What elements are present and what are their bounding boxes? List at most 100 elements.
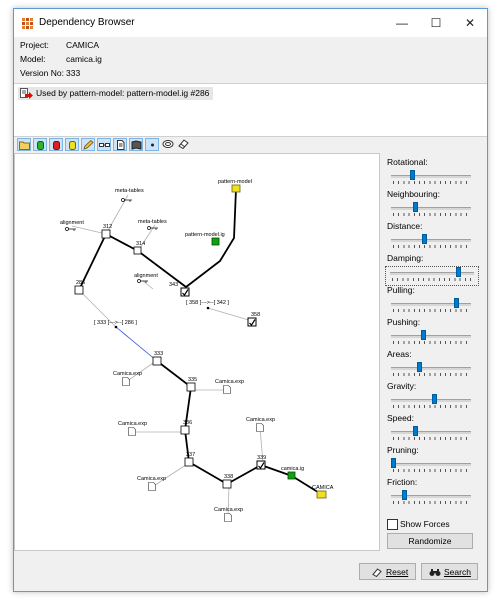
show-forces-checkbox[interactable]: [387, 519, 398, 530]
list-item[interactable]: Used by pattern-model: pattern-model.ig …: [18, 87, 214, 100]
slider-thumb[interactable]: [431, 394, 437, 404]
randomize-button[interactable]: Randomize: [387, 533, 473, 549]
force-slider[interactable]: [387, 330, 475, 346]
graph-node-333[interactable]: [152, 356, 162, 366]
graph-label: pattern-model: [218, 179, 252, 185]
slider-thumb[interactable]: [420, 330, 426, 340]
graph-node-286[interactable]: [74, 285, 84, 295]
graph-label: alignment: [60, 220, 84, 226]
graph-node-337[interactable]: [184, 457, 194, 467]
project-value: CAMICA: [66, 40, 100, 50]
model-info: Project: CAMICA Model: camica.ig Version…: [14, 37, 487, 89]
force-slider[interactable]: [385, 266, 479, 286]
slider-ticks: [393, 181, 469, 184]
graph-label: 312: [103, 224, 112, 230]
graph-node-312[interactable]: [101, 229, 111, 239]
reset-button[interactable]: Reset: [359, 563, 416, 580]
force-slider[interactable]: [387, 298, 475, 314]
graph-label: Camica.exp: [113, 371, 142, 377]
green-cylinder-icon[interactable]: [33, 138, 47, 151]
slider-label: Damping:: [387, 253, 424, 263]
used-by-list[interactable]: Used by pattern-model: pattern-model.ig …: [14, 83, 487, 137]
graph-link-label: [ 358 ]--->--[ 342 ]: [186, 300, 229, 306]
slider-thumb[interactable]: [453, 298, 459, 308]
force-slider[interactable]: [387, 490, 475, 506]
graph-node-314[interactable]: [133, 246, 142, 255]
graph-label: 286: [76, 280, 85, 286]
graph-label: 335: [188, 377, 197, 383]
link-icon[interactable]: [97, 138, 111, 151]
point-icon[interactable]: [145, 138, 159, 151]
slider-track[interactable]: [391, 367, 471, 370]
graph-node-358[interactable]: [247, 317, 257, 327]
red-cylinder-icon[interactable]: [49, 138, 63, 151]
close-button[interactable]: ✕: [453, 9, 487, 37]
pencil-icon[interactable]: [81, 138, 95, 151]
slider-track[interactable]: [391, 207, 471, 210]
force-slider[interactable]: [387, 170, 475, 186]
graph-label: Camica.exp: [214, 507, 243, 513]
slider-thumb[interactable]: [413, 202, 419, 212]
force-slider[interactable]: [387, 234, 475, 250]
eraser-icon[interactable]: [177, 138, 191, 151]
ellipse-icon[interactable]: [161, 138, 175, 151]
graph-link-dot[interactable]: [206, 306, 210, 310]
force-slider[interactable]: [387, 362, 475, 378]
graph-node-343[interactable]: [180, 287, 190, 297]
graph-label: 336: [183, 420, 192, 426]
slider-track[interactable]: [391, 239, 471, 242]
graph-label: 358: [251, 312, 260, 318]
force-slider[interactable]: [387, 394, 475, 410]
show-forces-label: Show Forces: [400, 519, 450, 529]
slider-ticks: [393, 501, 469, 504]
book-icon[interactable]: [129, 138, 143, 151]
graph-node-335[interactable]: [186, 382, 196, 392]
slider-thumb[interactable]: [409, 170, 415, 180]
force-slider[interactable]: [387, 202, 475, 218]
forces-panel: Rotational: Neighbouring: Distance: Damping…: [385, 153, 487, 553]
graph-node-339[interactable]: [256, 460, 266, 470]
version-value: 333: [66, 68, 81, 78]
force-slider[interactable]: [387, 458, 475, 474]
search-button[interactable]: Search: [421, 563, 478, 580]
graph-node-camica[interactable]: [316, 490, 327, 499]
slider-track[interactable]: [390, 272, 474, 275]
yellow-cylinder-icon[interactable]: [65, 138, 79, 151]
model-label: Model:: [20, 54, 46, 64]
graph-node-338[interactable]: [222, 479, 232, 489]
graph-label: 338: [224, 474, 233, 480]
slider-track[interactable]: [391, 463, 471, 466]
graph-node-camica-ig[interactable]: [287, 471, 296, 480]
document-icon[interactable]: [113, 138, 127, 151]
slider-track[interactable]: [391, 335, 471, 338]
slider-thumb[interactable]: [456, 267, 462, 277]
graph-link-label: [ 333 ]--->--[ 286 ]: [94, 320, 137, 326]
slider-track[interactable]: [391, 303, 471, 306]
slider-track[interactable]: [391, 431, 471, 434]
version-label: Version No:: [20, 68, 64, 78]
title-bar: Dependency Browser — ☐ ✕: [14, 9, 487, 37]
slider-thumb[interactable]: [422, 234, 428, 244]
graph-node-pattern-model-ig[interactable]: [211, 237, 220, 246]
force-slider[interactable]: [387, 426, 475, 442]
folder-icon[interactable]: [17, 138, 31, 151]
graph-node-336[interactable]: [180, 425, 190, 435]
slider-thumb[interactable]: [391, 458, 396, 468]
slider-track[interactable]: [391, 175, 471, 178]
graph-label: camica.ig: [281, 466, 304, 472]
slider-thumb[interactable]: [413, 426, 419, 436]
slider-thumb[interactable]: [402, 490, 408, 500]
document-icon: [122, 377, 264, 522]
graph-link-dot[interactable]: [114, 325, 118, 329]
minimize-button[interactable]: —: [385, 9, 419, 37]
maximize-button[interactable]: ☐: [419, 9, 453, 37]
slider-label: Pushing:: [387, 317, 421, 327]
graph-svg[interactable]: meta-tables meta-tables alignment alignm…: [15, 154, 379, 550]
slider-thumb[interactable]: [416, 362, 422, 372]
graph-node-pattern-model[interactable]: [231, 184, 241, 193]
graph-label: 314: [136, 241, 145, 247]
slider-ticks: [393, 213, 469, 216]
slider-label: Gravity:: [387, 381, 417, 391]
dependency-graph-canvas[interactable]: meta-tables meta-tables alignment alignm…: [14, 153, 380, 551]
graph-label: meta-tables: [115, 188, 144, 194]
